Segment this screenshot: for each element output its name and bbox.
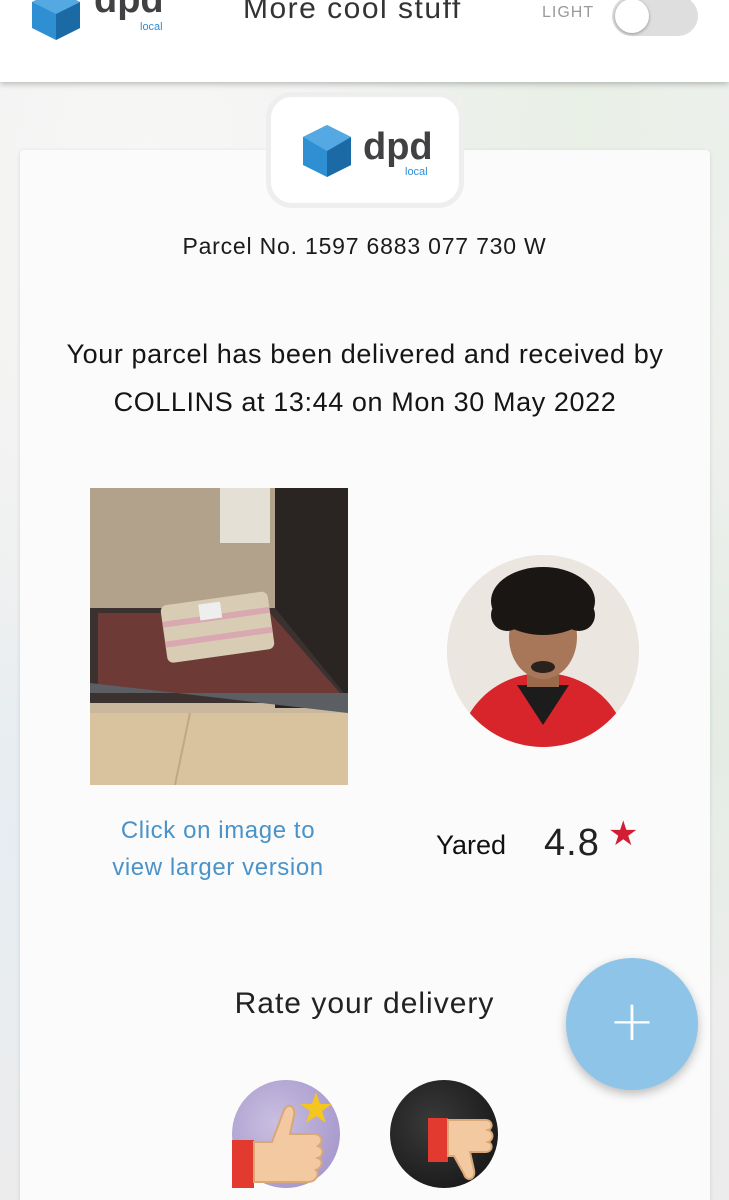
top-header: dpd local More cool stuff LIGHT [0,0,729,82]
dpd-logo: dpd local [32,0,164,40]
hint-line-2: view larger version [112,854,324,881]
thumbs-up-button[interactable] [232,1080,340,1188]
status-line-1: Your parcel has been delivered and recei… [66,339,664,369]
star-icon: ★ [608,815,639,853]
thumbs-up-icon [232,1092,332,1188]
theme-toggle[interactable] [612,0,698,36]
add-button[interactable]: + [566,958,698,1090]
dpd-local-logo: dpd local [303,125,433,178]
parcel-number: Parcel No. 1597 6883 077 730 W [182,233,547,259]
driver-name: Yared [436,830,507,860]
toggle-knob [615,0,649,33]
svg-text:local: local [140,21,163,33]
view-larger-link[interactable]: Click on image to view larger version [80,812,356,886]
driver-avatar [447,555,639,747]
logo-badge: dpd local [266,92,464,208]
plus-icon: + [608,989,656,1054]
driver-rating: 4.8 [544,822,600,864]
proof-of-delivery-photo[interactable] [90,488,348,785]
hint-line-1: Click on image to [120,817,316,844]
svg-text:dpd: dpd [363,126,433,168]
status-line-2: COLLINS at 13:44 on Mon 30 May 2022 [113,387,617,417]
theme-label: LIGHT [542,4,595,21]
thumbs-down-button[interactable] [390,1080,498,1188]
svg-text:dpd: dpd [94,0,164,21]
delivery-status: Your parcel has been delivered and recei… [30,330,700,426]
doorstep-image [90,488,348,785]
header-title: More cool stuff [243,0,462,25]
thumbs-down-icon [428,1118,494,1180]
svg-text:local: local [405,166,428,178]
